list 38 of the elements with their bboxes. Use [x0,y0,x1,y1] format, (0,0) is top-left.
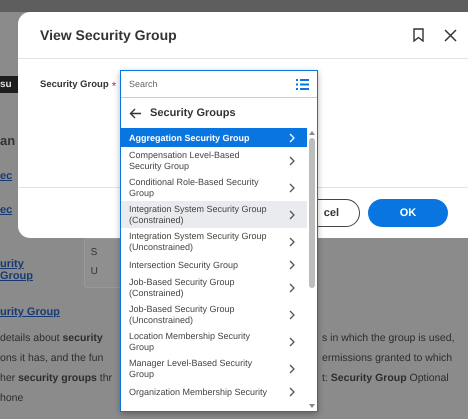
list-item[interactable]: Aggregation Security Group [121,128,307,147]
chevron-icon [289,183,295,193]
paragraph-text: her security groups thr [0,372,114,384]
chevron-icon [289,133,295,143]
chevron-icon [289,364,295,374]
list-item[interactable]: Integration System Security Group (Constrained) [121,201,307,228]
list-item[interactable]: Location Membership Security Group [121,328,307,355]
chevron-icon [289,237,295,247]
list-header: Security Groups [150,107,236,119]
chevron-icon [289,283,295,293]
list-item[interactable]: Organization Membership Security [121,382,307,401]
field-label: Security Group [40,79,109,90]
list-item[interactable]: Conditional Role-Based Security Group [121,174,307,201]
paragraph-text: t: Security Group Optional [322,372,449,384]
chevron-icon [289,260,295,270]
list-icon[interactable] [296,78,309,90]
paragraph-text: ons it has, and the fun [0,352,104,364]
chevron-icon [289,337,295,347]
ok-button[interactable]: OK [368,199,448,227]
back-arrow-icon[interactable] [129,108,142,118]
section-heading: an [0,133,16,148]
list-item[interactable]: Job-Based Security Group (Unconstrained) [121,301,307,328]
bookmark-icon[interactable] [413,28,424,42]
chevron-icon [289,156,295,166]
chevron-icon [289,387,295,397]
dialog-title: View Security Group [40,27,178,43]
paragraph-text: ermissions granted to which [322,352,452,364]
chevron-icon [289,210,295,220]
paragraph-text: s in which the group is used, [322,332,454,344]
paragraph-text: details about security [0,332,104,344]
paragraph-text: hone [0,392,24,404]
list-item[interactable]: Manager Level-Based Security Group [121,355,307,382]
scroll-up-icon[interactable] [308,130,316,136]
close-icon[interactable] [444,28,457,42]
scroll-down-icon[interactable] [308,403,316,409]
list-item[interactable]: Compensation Level-Based Security Group [121,147,307,174]
chevron-icon [289,310,295,320]
required-mark: * [112,79,116,93]
